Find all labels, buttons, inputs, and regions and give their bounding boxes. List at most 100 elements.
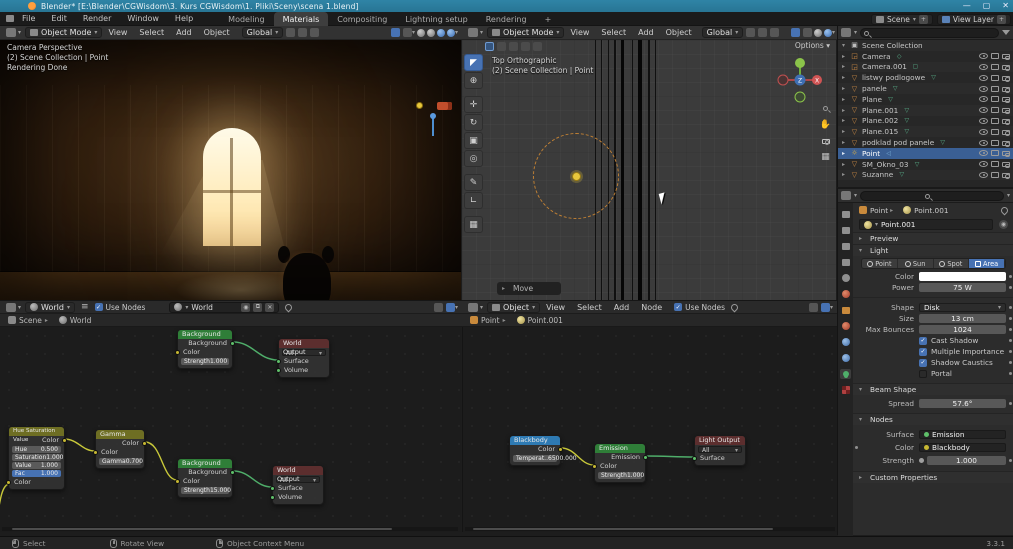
- maximize-button[interactable]: ▢: [983, 0, 991, 12]
- editor-type-shader-icon[interactable]: [468, 302, 478, 312]
- disable-render-icon[interactable]: [1002, 140, 1010, 147]
- node-title[interactable]: World Output: [273, 466, 323, 483]
- node-title[interactable]: Hue Saturation Value: [9, 427, 64, 443]
- proportional-edit-icon[interactable]: [310, 28, 320, 37]
- drag-dot[interactable]: [855, 446, 858, 449]
- fake-user-button[interactable]: ◉: [241, 302, 251, 312]
- tool-select-box[interactable]: ◤: [464, 54, 483, 71]
- mode-selector[interactable]: Object Mode ▾: [487, 27, 565, 38]
- mode-transfer-icon-4[interactable]: [521, 42, 530, 51]
- node-world-output-1[interactable]: World Output All ▾ Surface Volume: [276, 338, 330, 378]
- tab-view-layer[interactable]: [840, 257, 851, 267]
- disable-viewport-icon[interactable]: [991, 96, 999, 103]
- hue-slider[interactable]: Hue 0.500: [12, 446, 61, 453]
- tab-physics[interactable]: [840, 337, 851, 347]
- hide-viewport-icon[interactable]: [979, 171, 988, 178]
- pan-hand-icon[interactable]: ✋: [819, 118, 832, 131]
- hide-viewport-icon[interactable]: [979, 85, 988, 92]
- menu-file[interactable]: File: [14, 12, 43, 26]
- gamma-slider[interactable]: Gamma 0.700: [99, 458, 143, 465]
- collapsed-menus-icon[interactable]: ≡: [81, 302, 89, 312]
- node-emission[interactable]: Emission Emission Color Strength 1.000: [592, 443, 648, 483]
- node-title[interactable]: Background: [178, 459, 232, 468]
- menu-add[interactable]: Add: [608, 303, 636, 312]
- tab-scene[interactable]: [840, 273, 851, 283]
- input-socket-surface[interactable]: [276, 359, 281, 364]
- menu-view[interactable]: View: [102, 28, 133, 37]
- menu-help[interactable]: Help: [167, 12, 201, 26]
- output-socket[interactable]: [230, 341, 235, 346]
- disable-viewport-icon[interactable]: [991, 161, 999, 168]
- node-title[interactable]: Emission: [595, 444, 645, 453]
- input-socket-color[interactable]: [592, 464, 597, 469]
- editor-type-shader-icon[interactable]: [6, 302, 16, 312]
- menu-object[interactable]: Object: [198, 28, 236, 37]
- input-socket-surface[interactable]: [270, 486, 275, 491]
- disable-render-icon[interactable]: [1002, 118, 1010, 125]
- outliner-row-plane-002[interactable]: ▸ ▽ Plane.002 ▽: [838, 115, 1013, 127]
- output-socket[interactable]: [643, 455, 648, 460]
- workspace-tab-lightning-setup[interactable]: Lightning setup: [396, 12, 476, 26]
- disable-viewport-icon[interactable]: [991, 53, 999, 60]
- hide-viewport-icon[interactable]: [979, 53, 988, 60]
- workspace-tab-materials[interactable]: Materials: [273, 11, 329, 26]
- node-gamma[interactable]: Gamma Color Color Gamma 0.700: [93, 429, 147, 469]
- outliner-row-podklad-pod-panele[interactable]: ▸ ▽ podklad pod panele ▽: [838, 137, 1013, 148]
- tab-render[interactable]: [840, 225, 851, 235]
- outliner-row-camera-001[interactable]: ▸ ◲ Camera.001 ▢: [838, 61, 1013, 73]
- strength-slider[interactable]: Strength 15.000: [181, 487, 231, 494]
- light-type-point[interactable]: Point: [862, 259, 898, 268]
- workspace-tab-compositing[interactable]: Compositing: [328, 12, 396, 26]
- move-operator-panel[interactable]: ▸ Move: [497, 282, 561, 295]
- app-menu-icon[interactable]: [6, 15, 14, 22]
- snap-node-icon[interactable]: [433, 302, 443, 312]
- chevron-down-icon[interactable]: ▾: [1007, 192, 1010, 199]
- node-title[interactable]: World Output: [279, 339, 329, 356]
- portal-checkbox[interactable]: [919, 369, 927, 378]
- workspace-tab-modeling[interactable]: Modeling: [219, 12, 273, 26]
- zoom-icon[interactable]: [819, 102, 832, 115]
- node-blackbody[interactable]: Blackbody Color Temperat.. 6500.000: [509, 435, 577, 466]
- navigation-gizmo[interactable]: X Z: [774, 54, 826, 106]
- node-title[interactable]: Background: [178, 330, 232, 339]
- point-light-object[interactable]: [572, 172, 581, 181]
- spread-slider[interactable]: 57.6°: [919, 399, 1006, 408]
- tab-light-data-active[interactable]: [840, 369, 851, 379]
- overlays-icon[interactable]: [802, 28, 812, 37]
- disable-viewport-icon[interactable]: [991, 171, 999, 178]
- disable-render-icon[interactable]: [1002, 86, 1010, 93]
- disable-render-icon[interactable]: [1002, 129, 1010, 136]
- menu-view[interactable]: View: [540, 303, 571, 312]
- animate-dot[interactable]: [1009, 317, 1012, 320]
- outliner-row-plane-015[interactable]: ▸ ▽ Plane.015 ▽: [838, 126, 1013, 138]
- light-type-spot[interactable]: Spot: [933, 259, 970, 268]
- shading-solid-icon[interactable]: [426, 28, 435, 37]
- disable-render-icon[interactable]: [1002, 97, 1010, 104]
- input-socket-volume[interactable]: [270, 495, 275, 500]
- editor-type-outliner-icon[interactable]: [841, 28, 851, 37]
- menu-object[interactable]: Object: [660, 28, 698, 37]
- hide-viewport-icon[interactable]: [979, 139, 988, 146]
- snap-magnet-icon[interactable]: [298, 28, 308, 37]
- mode-transfer-icon-1[interactable]: [485, 42, 494, 51]
- disable-viewport-icon[interactable]: [991, 117, 999, 124]
- saturation-slider[interactable]: Saturation 1.000: [12, 454, 63, 461]
- menu-add[interactable]: Add: [170, 28, 198, 37]
- output-socket[interactable]: [230, 470, 235, 475]
- world-node-editor[interactable]: Background Background Color Strength 1.00…: [0, 327, 461, 532]
- hide-viewport-icon[interactable]: [979, 107, 988, 114]
- disable-viewport-icon[interactable]: [991, 107, 999, 114]
- target-dropdown[interactable]: All ▾: [698, 446, 742, 454]
- tab-world[interactable]: [840, 289, 851, 299]
- input-socket-color[interactable]: [175, 479, 180, 484]
- mode-transfer-icon-5[interactable]: [533, 42, 542, 51]
- transform-orientation[interactable]: Global ▾: [241, 27, 284, 38]
- light-datablock[interactable]: ▾ Point.001: [859, 219, 993, 230]
- snap-magnet-icon[interactable]: [758, 28, 768, 37]
- strength-slider[interactable]: Strength 1.000: [598, 472, 644, 479]
- input-socket-surface[interactable]: [692, 456, 697, 461]
- node-title[interactable]: Gamma: [96, 430, 144, 439]
- unlink-datablock-button[interactable]: ✕: [265, 302, 275, 312]
- animate-dot[interactable]: [1009, 339, 1012, 342]
- hide-viewport-icon[interactable]: [979, 117, 988, 124]
